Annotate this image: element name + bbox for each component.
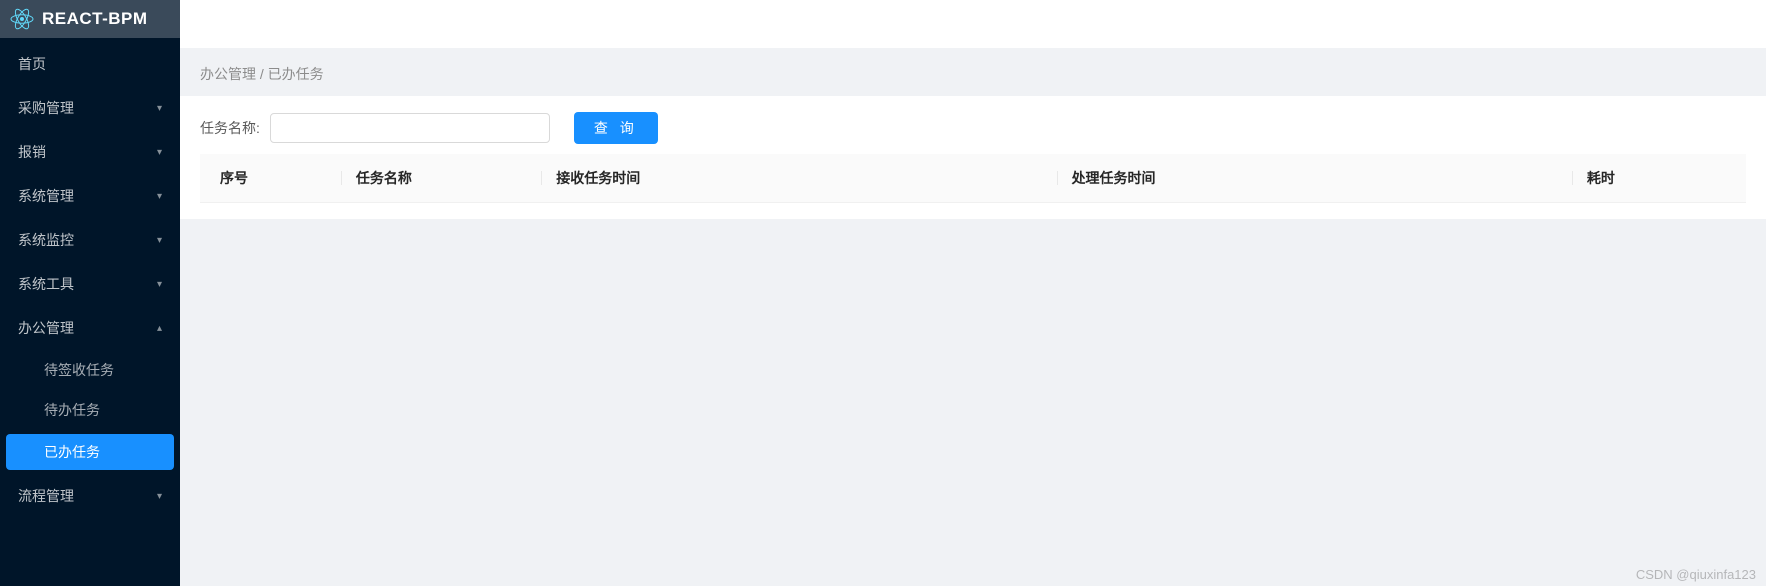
watermark: CSDN @qiuxinfa123 [1636,567,1756,582]
sidebar: REACT-BPM 首页采购管理 ▾ 报销 ▾ 系统管理 ▾ 系统监控 ▾ 系统工具 ▾ 办公管理 ▴… [0,0,180,586]
column-header: 处理任务时间 [1045,154,1560,203]
chevron-down-icon: ▾ [157,279,162,290]
column-header: 耗时 [1560,154,1746,203]
chevron-down-icon: ▾ [157,191,162,202]
table-header-row: 序号任务名称接收任务时间处理任务时间耗时 [200,154,1746,203]
content-panel: 任务名称: 查 询 序号任务名称接收任务时间处理任务时间耗时 [180,96,1766,219]
sidebar-item[interactable]: 报销 ▾ [0,130,180,174]
chevron-up-icon: ▴ [157,323,162,334]
breadcrumb: 办公管理 / 已办任务 [180,48,1766,96]
chevron-down-icon: ▾ [157,147,162,158]
chevron-down-icon: ▾ [157,491,162,502]
sidebar-item-label: 流程管理 [18,486,74,506]
task-table: 序号任务名称接收任务时间处理任务时间耗时 [200,154,1746,203]
sidebar-item[interactable]: 办公管理 ▴ [0,306,180,350]
logo: REACT-BPM [0,0,180,38]
brand-text: REACT-BPM [42,9,148,29]
sidebar-item-label: 报销 [18,142,46,162]
sidebar-item[interactable]: 系统工具 ▾ [0,262,180,306]
main-area: 办公管理 / 已办任务 任务名称: 查 询 序号任务名称接收任务时间处理任务时间… [180,0,1766,586]
sidebar-subitem[interactable]: 待签收任务 [0,350,180,390]
sidebar-subitem[interactable]: 待办任务 [0,390,180,430]
sidebar-item-label: 首页 [18,54,46,74]
sidebar-item[interactable]: 流程管理 ▾ [0,474,180,518]
sidebar-item[interactable]: 系统监控 ▾ [0,218,180,262]
sidebar-subitem[interactable]: 已办任务 [6,434,174,470]
breadcrumb-sep: / [256,66,268,82]
column-header: 接收任务时间 [529,154,1044,203]
breadcrumb-current: 已办任务 [268,66,324,82]
search-label: 任务名称: [200,118,260,138]
nav-menu: 首页采购管理 ▾ 报销 ▾ 系统管理 ▾ 系统监控 ▾ 系统工具 ▾ 办公管理 ▴ 待签收任务待办任务已… [0,38,180,518]
sidebar-item-label: 系统监控 [18,230,74,250]
react-icon [10,7,34,31]
sidebar-item-label: 办公管理 [18,318,74,338]
sidebar-item-label: 系统管理 [18,186,74,206]
chevron-down-icon: ▾ [157,235,162,246]
breadcrumb-parent: 办公管理 [200,66,256,82]
header-bar [180,0,1766,48]
sidebar-item[interactable]: 系统管理 ▾ [0,174,180,218]
column-header: 任务名称 [329,154,529,203]
search-row: 任务名称: 查 询 [200,112,1746,144]
query-button[interactable]: 查 询 [574,112,658,144]
column-header: 序号 [200,154,329,203]
chevron-down-icon: ▾ [157,103,162,114]
sidebar-item-label: 采购管理 [18,98,74,118]
sidebar-item[interactable]: 采购管理 ▾ [0,86,180,130]
task-name-input[interactable] [270,113,550,143]
sidebar-item[interactable]: 首页 [0,42,180,86]
sidebar-item-label: 系统工具 [18,274,74,294]
